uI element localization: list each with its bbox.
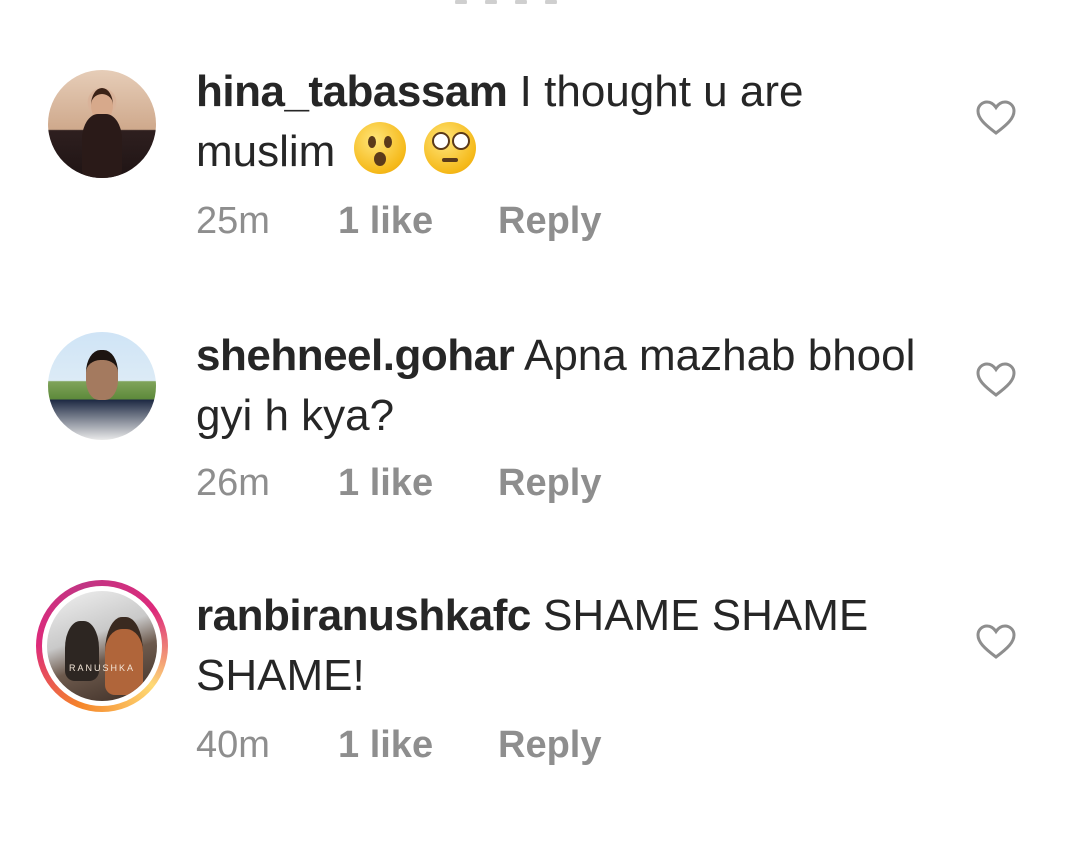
comment-username[interactable]: hina_tabassam — [196, 67, 508, 116]
comment-body: hina_tabassam I thought u are muslim — [196, 62, 916, 182]
comment-time: 26m — [196, 462, 270, 504]
comment-meta: 25m 1 like Reply — [196, 200, 601, 243]
comment-meta: 40m 1 like Reply — [196, 724, 601, 767]
face-with-rolling-eyes-icon — [423, 122, 476, 174]
heart-outline-icon[interactable] — [976, 624, 1016, 660]
avatar[interactable] — [48, 332, 156, 440]
comment-username[interactable]: shehneel.gohar — [196, 331, 515, 380]
previous-comment-fragment — [455, 0, 605, 4]
reply-button[interactable]: Reply — [498, 724, 601, 767]
astonished-face-icon — [353, 122, 406, 174]
heart-outline-icon[interactable] — [976, 362, 1016, 398]
comment-like-count[interactable]: 1 like — [338, 462, 498, 505]
comment-body: shehneel.gohar Apna mazhab bhool gyi h k… — [196, 326, 916, 446]
comment-username[interactable]: ranbiranushkafc — [196, 591, 531, 640]
comment-meta: 26m 1 like Reply — [196, 462, 601, 505]
heart-outline-icon[interactable] — [976, 100, 1016, 136]
avatar: RANUSHKA — [47, 591, 157, 701]
comment-time: 40m — [196, 724, 270, 766]
avatar[interactable] — [48, 70, 156, 178]
comments-list: hina_tabassam I thought u are muslim 25m… — [0, 0, 1080, 854]
comment-like-count[interactable]: 1 like — [338, 724, 498, 767]
reply-button[interactable]: Reply — [498, 462, 601, 505]
avatar-watermark: RANUSHKA — [68, 663, 135, 673]
reply-button[interactable]: Reply — [498, 200, 601, 243]
comment-time: 25m — [196, 200, 270, 242]
avatar-story-ring[interactable]: RANUSHKA — [36, 580, 168, 712]
comment-like-count[interactable]: 1 like — [338, 200, 498, 243]
comment-body: ranbiranushkafc SHAME SHAME SHAME! — [196, 586, 916, 706]
